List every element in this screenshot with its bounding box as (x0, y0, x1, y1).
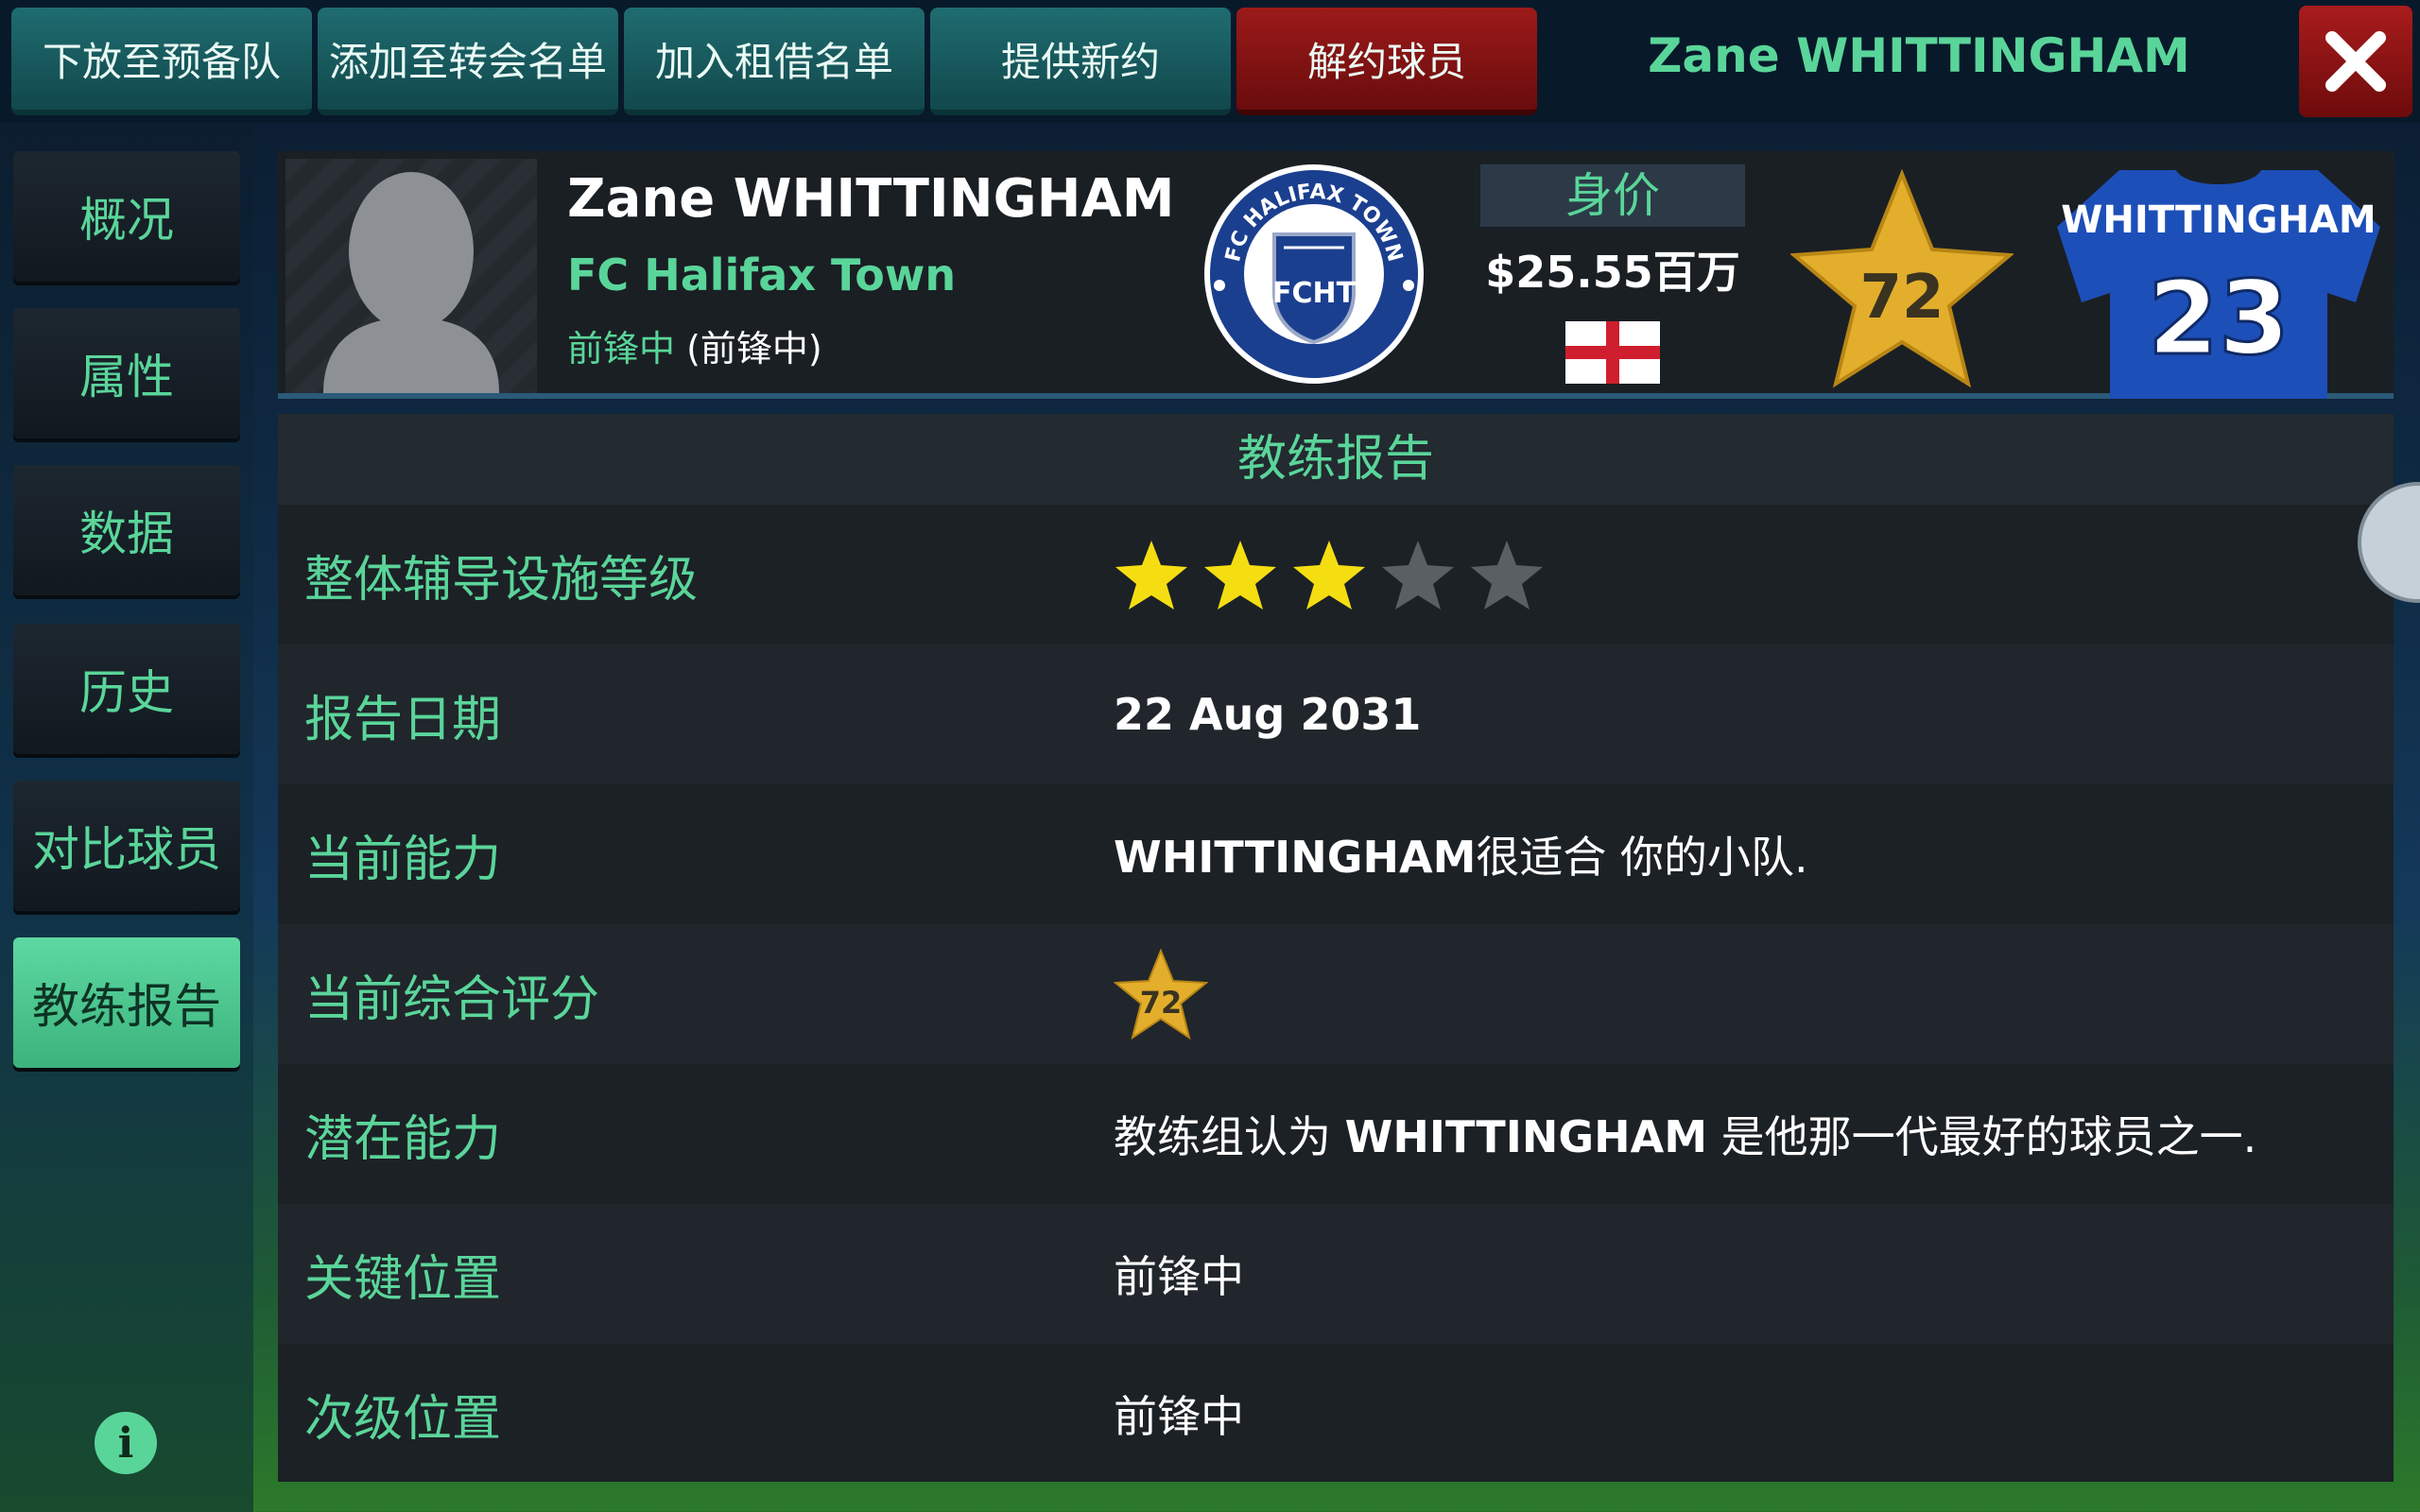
row-current-ability: 当前能力 WHITTINGHAM很适合 你的小队. (278, 784, 2394, 924)
add-to-loan-list-button[interactable]: 加入租借名单 (624, 8, 925, 115)
current-ability-value: WHITTINGHAM很适合 你的小队. (1114, 823, 1808, 885)
player-rating: 72 (1859, 263, 1944, 333)
star-empty-icon (1471, 541, 1543, 610)
potential-value: 教练组认为 WHITTINGHAM 是他那一代最好的球员之一. (1114, 1103, 2256, 1165)
sidebar-item-overview[interactable]: 概况 (13, 151, 240, 282)
club-crest-icon[interactable]: FC HALIFAX TOWN THE SHAYMEN FCHT (1201, 161, 1427, 387)
current-rating-label: 当前综合评分 (304, 971, 600, 1028)
row-current-rating: 当前综合评分 72 (278, 924, 2394, 1064)
report-date-label: 报告日期 (304, 691, 502, 748)
sidebar: 概况 属性 数据 历史 对比球员 教练报告 (0, 123, 253, 1512)
star-filled-icon (1293, 541, 1365, 610)
market-value-box: 身价 $25.55百万 (1480, 164, 1745, 384)
player-silhouette-icon (323, 172, 499, 393)
secondary-position-value: 前锋中 (1114, 1391, 1244, 1442)
sidebar-item-coach-report[interactable]: 教练报告 (13, 937, 240, 1068)
current-ability-text: 很适合 你的小队. (1476, 832, 1808, 883)
facilities-stars (1114, 537, 1545, 612)
crest-monogram: FCHT (1272, 277, 1357, 310)
report-title: 教练报告 (278, 414, 2394, 505)
close-button[interactable] (2299, 6, 2412, 117)
potential-label: 潜在能力 (304, 1110, 502, 1168)
player-position: 前锋中 (前锋中) (567, 319, 822, 371)
player-club[interactable]: FC Halifax Town (567, 249, 956, 301)
player-avatar (285, 159, 537, 393)
shirt-number: 23 (2148, 260, 2290, 378)
row-secondary-position: 次级位置 前锋中 (278, 1344, 2394, 1484)
coach-report-panel: 教练报告 整体辅导设施等级 报告日期 22 Aug 2031 当前能力 WHIT… (278, 414, 2394, 1482)
sidebar-item-attributes[interactable]: 属性 (13, 308, 240, 438)
player-card: Zane WHITTINGHAM FC Halifax Town 前锋中 (前锋… (278, 151, 2394, 399)
report-date-value: 22 Aug 2031 (1114, 689, 1422, 740)
current-ability-label: 当前能力 (304, 831, 502, 888)
secondary-position-label: 次级位置 (304, 1390, 502, 1448)
sidebar-item-history[interactable]: 历史 (13, 624, 240, 754)
player-name: Zane WHITTINGHAM (567, 168, 1175, 230)
rating-star-icon: 72 (1790, 168, 2014, 388)
england-flag-icon (1565, 321, 1660, 384)
shirt-name: WHITTINGHAM (2061, 198, 2376, 242)
add-to-transfer-list-button[interactable]: 添加至转会名单 (318, 8, 618, 115)
row-key-position: 关键位置 前锋中 (278, 1204, 2394, 1344)
position-detail: (前锋中) (686, 328, 822, 369)
current-ability-player: WHITTINGHAM (1114, 832, 1477, 883)
info-icon[interactable]: i (95, 1412, 157, 1474)
star-filled-icon (1115, 541, 1187, 610)
rating-star-icon: 72 (1114, 948, 1208, 1040)
key-position-label: 关键位置 (304, 1250, 502, 1308)
row-facilities: 整体辅导设施等级 (278, 505, 2394, 644)
release-to-reserves-button[interactable]: 下放至预备队 (11, 8, 312, 115)
potential-text-post: 是他那一代最好的球员之一. (1707, 1111, 2257, 1162)
value-label: 身价 (1480, 164, 1745, 227)
facilities-label: 整体辅导设施等级 (304, 551, 699, 609)
potential-player: WHITTINGHAM (1344, 1111, 1708, 1162)
potential-text-pre: 教练组认为 (1114, 1111, 1345, 1162)
current-rating-value: 72 (1140, 985, 1183, 1021)
star-filled-icon (1204, 541, 1276, 610)
sidebar-item-stats[interactable]: 数据 (13, 465, 240, 595)
offer-new-contract-button[interactable]: 提供新约 (930, 8, 1231, 115)
position-primary: 前锋中 (567, 328, 676, 369)
shirt-icon: WHITTINGHAM 23 (2057, 170, 2380, 399)
row-potential: 潜在能力 教练组认为 WHITTINGHAM 是他那一代最好的球员之一. (278, 1064, 2394, 1204)
row-report-date: 报告日期 22 Aug 2031 (278, 644, 2394, 784)
top-action-bar: 下放至预备队 添加至转会名单 加入租借名单 提供新约 解约球员 Zane WHI… (0, 0, 2420, 123)
close-icon (2325, 31, 2386, 92)
terminate-contract-button[interactable]: 解约球员 (1236, 8, 1537, 115)
market-value: $25.55百万 (1485, 247, 1740, 298)
star-empty-icon (1382, 541, 1454, 610)
sidebar-item-compare-players[interactable]: 对比球员 (13, 781, 240, 911)
header-player-name: Zane WHITTINGHAM (1648, 28, 2190, 83)
key-position-value: 前锋中 (1114, 1251, 1244, 1302)
